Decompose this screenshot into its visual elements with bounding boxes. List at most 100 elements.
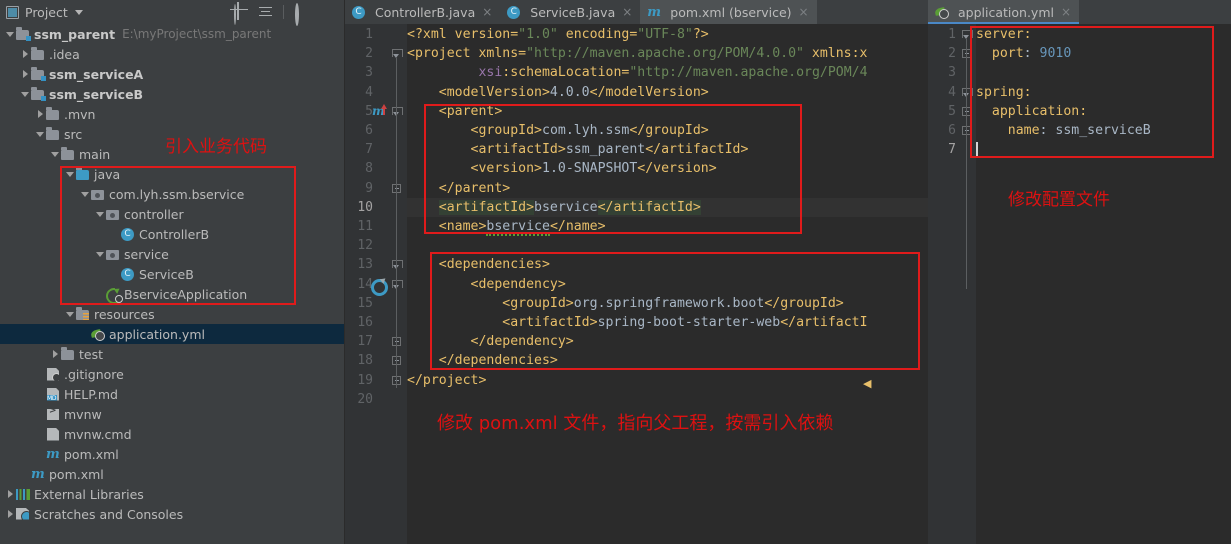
code-line[interactable]: </dependency> — [407, 334, 574, 349]
tree-item-test[interactable]: test — [0, 344, 344, 364]
code-line[interactable]: <dependency> — [407, 277, 566, 292]
tree-item-path: E:\myProject\ssm_parent — [122, 27, 272, 41]
close-icon[interactable]: × — [482, 5, 492, 19]
minimize-icon[interactable] — [319, 5, 334, 20]
application-yml-editor[interactable]: 1 2 3 4 5 6 7 server: port: 9010 spring: applic… — [928, 24, 1231, 544]
tree-expand-arrow[interactable] — [95, 209, 106, 220]
folder-icon — [61, 347, 75, 361]
tree-expand-arrow[interactable] — [80, 189, 91, 200]
tree-item--idea[interactable]: .idea — [0, 44, 344, 64]
code-line[interactable]: <parent> — [407, 104, 503, 119]
tree-expand-arrow[interactable] — [95, 249, 106, 260]
close-icon[interactable]: × — [1061, 5, 1071, 19]
tree-item-scratches-and-consoles[interactable]: Scratches and Consoles — [0, 504, 344, 524]
gear-icon[interactable] — [294, 2, 309, 26]
close-icon[interactable]: × — [799, 5, 809, 19]
code-line[interactable]: </dependencies> — [407, 353, 558, 368]
line-number: 7 — [948, 142, 956, 158]
editor-gutter-left[interactable]: 1 2 3 4 5 6 7 8 9 10 11 12 13 14 15 16 17 18 19 20 m — [345, 24, 407, 544]
tree-item-application-yml[interactable]: application.yml — [0, 324, 344, 344]
line-number: 1 — [365, 27, 373, 42]
tree-item-mvnw-cmd[interactable]: mvnw.cmd — [0, 424, 344, 444]
code-line[interactable]: <artifactId>bservice</artifactId> — [407, 199, 701, 215]
tree-item-bserviceapplication[interactable]: BserviceApplication — [0, 284, 344, 304]
tree-item--gitignore[interactable]: .gitignore — [0, 364, 344, 384]
code-line[interactable]: port: 9010 — [976, 46, 1071, 61]
editor-tab-application-yml[interactable]: application.yml × — [928, 0, 1080, 24]
tree-expand-arrow[interactable] — [5, 29, 16, 40]
code-line[interactable]: <groupId>com.lyh.ssm</groupId> — [407, 123, 709, 138]
tab-label: ControllerB.java — [375, 4, 476, 20]
tree-expand-arrow[interactable] — [50, 149, 61, 160]
tab-label: pom.xml (bservice) — [670, 4, 792, 20]
tree-item--mvn[interactable]: .mvn — [0, 104, 344, 124]
code-line[interactable]: <artifactId>spring-boot-starter-web</art… — [407, 315, 867, 330]
editor-tab-serviceb-java[interactable]: ServiceB.java × — [500, 0, 640, 24]
code-line[interactable]: <modelVersion>4.0.0</modelVersion> — [407, 85, 709, 100]
tree-expand-arrow[interactable] — [20, 69, 31, 80]
tree-item-ssm-parent[interactable]: ssm_parent E:\myProject\ssm_parent — [0, 24, 344, 44]
code-line[interactable]: <dependencies> — [407, 257, 550, 272]
code-line[interactable]: server: — [976, 27, 1032, 42]
locate-icon[interactable] — [233, 3, 248, 25]
pom-xml-editor[interactable]: 1 2 3 4 5 6 7 8 9 10 11 12 13 14 15 16 17 18 19 20 m <?xml v… — [345, 24, 1201, 544]
cmd-file-icon — [46, 427, 60, 441]
editor-tab-pom-xml-bservice-[interactable]: m pom.xml (bservice) × — [640, 0, 817, 24]
collapse-all-icon[interactable] — [258, 5, 273, 20]
tree-expand-arrow[interactable] — [65, 309, 76, 320]
annotation-text-business-code: 引入业务代码 — [165, 137, 267, 157]
tree-item-help-md[interactable]: HELP.md — [0, 384, 344, 404]
tree-item-resources[interactable]: resources — [0, 304, 344, 324]
tree-expand-arrow[interactable] — [20, 49, 31, 60]
spring-bean-gutter-icon[interactable] — [371, 278, 388, 296]
code-line[interactable]: name: ssm_serviceB — [976, 123, 1151, 138]
tree-item-pom-xml[interactable]: m pom.xml — [0, 464, 344, 484]
chevron-down-icon[interactable] — [74, 9, 83, 15]
code-line[interactable]: spring: — [976, 85, 1032, 100]
tree-item-ssm-servicea[interactable]: ssm_serviceA — [0, 64, 344, 84]
code-line[interactable]: </project> — [407, 373, 486, 388]
tree-expand-arrow[interactable] — [5, 509, 16, 520]
maven-pom-icon: m — [46, 446, 60, 462]
tree-item-com-lyh-ssm-bservice[interactable]: com.lyh.ssm.bservice — [0, 184, 344, 204]
code-line[interactable]: <version>1.0-SNAPSHOT</version> — [407, 161, 717, 176]
editor-tabs-left[interactable]: ControllerB.java × ServiceB.java × m pom.xml … — [345, 0, 928, 24]
tree-item-service[interactable]: service — [0, 244, 344, 264]
tree-expand-arrow[interactable] — [5, 489, 16, 500]
code-line[interactable]: <name>bservice</name> — [407, 219, 606, 236]
editor-gutter-right[interactable]: 1 2 3 4 5 6 7 — [928, 24, 976, 544]
tree-item-mvnw[interactable]: mvnw — [0, 404, 344, 424]
tree-item-external-libraries[interactable]: External Libraries — [0, 484, 344, 504]
code-line[interactable]: xsi:schemaLocation="http://maven.apache.… — [407, 65, 867, 80]
line-number: 6 — [365, 123, 373, 138]
code-line[interactable]: <artifactId>ssm_parent</artifactId> — [407, 142, 749, 157]
close-icon[interactable]: × — [622, 5, 632, 19]
code-line[interactable]: application: — [976, 104, 1087, 119]
editor-tabs-right[interactable]: application.yml × — [928, 0, 1231, 24]
code-line[interactable]: <groupId>org.springframework.boot</group… — [407, 296, 843, 311]
tree-expand-arrow[interactable] — [50, 349, 61, 360]
tree-item-ssm-serviceb[interactable]: ssm_serviceB — [0, 84, 344, 104]
tree-expand-arrow[interactable] — [65, 169, 76, 180]
scratches-icon — [16, 507, 30, 521]
tree-expand-arrow[interactable] — [35, 129, 46, 140]
project-tree[interactable]: ssm_parent E:\myProject\ssm_parent .idea ss… — [0, 24, 344, 544]
tree-item-controller[interactable]: controller — [0, 204, 344, 224]
tree-expand-arrow[interactable] — [35, 109, 46, 120]
tree-item-label: ControllerB — [139, 226, 210, 242]
editor-tab-controllerb-java[interactable]: ControllerB.java × — [345, 0, 500, 24]
tree-expand-arrow[interactable] — [20, 89, 31, 100]
tree-item-controllerb[interactable]: ControllerB — [0, 224, 344, 244]
tree-item-label: Scratches and Consoles — [34, 506, 184, 522]
code-line[interactable]: <project xmlns="http://maven.apache.org/… — [407, 46, 868, 61]
tree-item-pom-xml[interactable]: m pom.xml — [0, 444, 344, 464]
code-line[interactable]: <?xml version="1.0" encoding="UTF-8"?> — [407, 27, 709, 42]
line-number: 14 — [357, 276, 373, 292]
maven-pom-icon: m — [31, 466, 45, 482]
tree-item-java[interactable]: java — [0, 164, 344, 184]
tree-item-serviceb[interactable]: ServiceB — [0, 264, 344, 284]
code-line[interactable]: </parent> — [407, 181, 510, 196]
spring-boot-app-icon — [106, 288, 123, 303]
parent-nav-arrow-icon[interactable] — [380, 103, 387, 109]
